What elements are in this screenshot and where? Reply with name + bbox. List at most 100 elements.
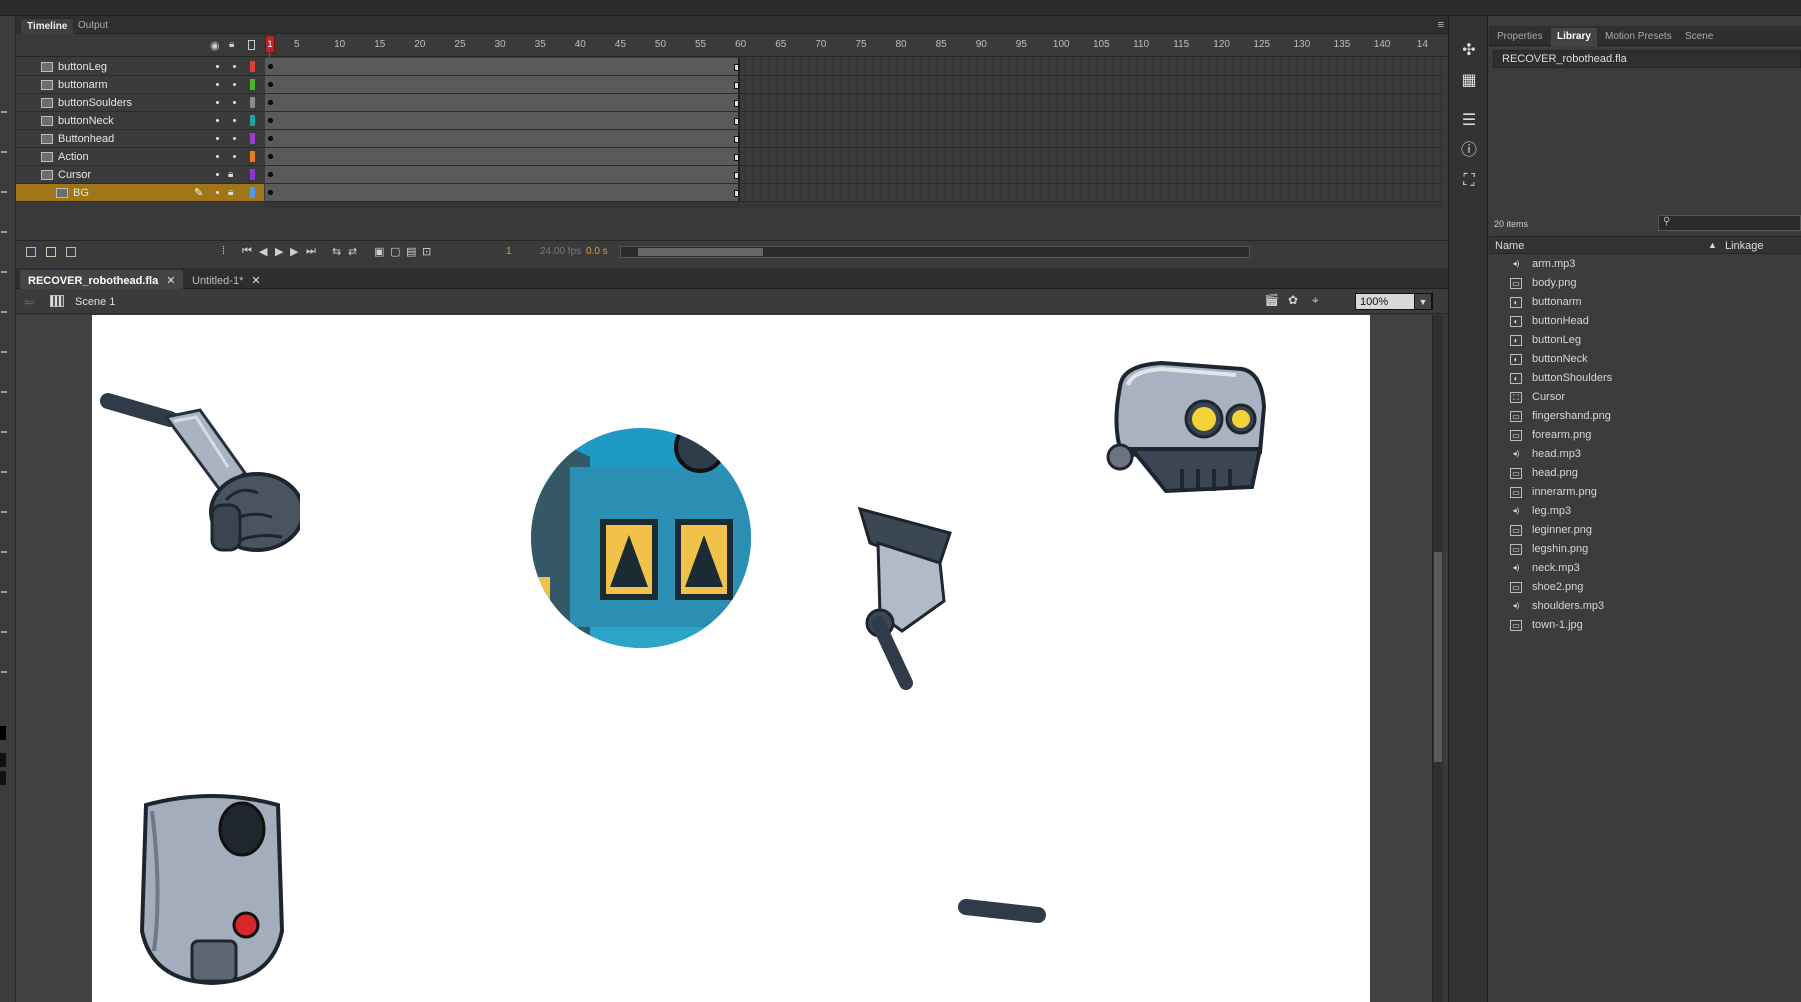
layer-outline-color[interactable] (250, 61, 255, 72)
library-item-name[interactable]: Cursor (1532, 391, 1565, 403)
paint-bucket-tool[interactable] (1, 511, 7, 513)
frame-ruler[interactable]: 5 10 15 20 25 30 35 40 45 50 55 60 65 70 75 80 85 90 95 100… (268, 35, 1442, 57)
end-frame-marker[interactable] (734, 172, 739, 179)
free-transform-tool[interactable] (1, 191, 7, 193)
rectangle-tool[interactable] (1, 391, 7, 393)
end-frame-marker[interactable] (734, 82, 739, 89)
keyframe[interactable] (268, 136, 273, 141)
play-icon[interactable]: ▶ (275, 245, 283, 258)
align-icon[interactable]: ☰ (1460, 112, 1478, 130)
end-frame-marker[interactable] (734, 64, 739, 71)
line-tool[interactable] (1, 351, 7, 353)
lock-toggle[interactable] (233, 65, 236, 68)
layer-row[interactable]: Cursor 🔒︎ (16, 166, 264, 184)
visibility-toggle[interactable] (216, 83, 219, 86)
tab-output[interactable]: Output (72, 18, 114, 34)
keyframe[interactable] (268, 172, 273, 177)
layer-row[interactable]: buttonarm (16, 76, 264, 94)
text-tool[interactable] (1, 311, 7, 313)
center-frame-icon[interactable]: ⇄ (348, 245, 357, 258)
info-icon[interactable]: ⓘ (1460, 142, 1478, 160)
end-frame-marker[interactable] (734, 154, 739, 161)
sort-arrow-icon[interactable]: ▲ (1708, 240, 1717, 250)
library-item-name[interactable]: buttonNeck (1532, 353, 1588, 365)
lock-icon[interactable]: 🔒︎ (228, 187, 233, 198)
library-item[interactable]: ▭ body.png (1489, 274, 1801, 293)
go-to-last-frame-icon[interactable]: ⏭ (306, 245, 316, 258)
frame-rate[interactable]: 24.00 fps (540, 246, 581, 257)
lock-icon[interactable]: 🔒︎ (228, 169, 233, 180)
layer-outline-color[interactable] (250, 97, 255, 108)
library-item-name[interactable]: shoe2.png (1532, 581, 1583, 593)
pen-tool[interactable] (1, 271, 7, 273)
lasso-tool[interactable] (1, 231, 7, 233)
layer-outline-color[interactable] (250, 151, 255, 162)
lock-toggle[interactable] (233, 119, 236, 122)
eyedropper-tool[interactable] (1, 551, 7, 553)
keyframe[interactable] (268, 154, 273, 159)
frame-row[interactable] (265, 130, 1442, 148)
delete-layer-icon[interactable] (66, 247, 76, 257)
keyframe[interactable] (268, 118, 273, 123)
visibility-toggle[interactable] (216, 155, 219, 158)
panel-menu-icon[interactable]: ≡ (1438, 19, 1444, 31)
edit-scene-icon[interactable]: 🎬︎ (1264, 293, 1279, 307)
library-item-name[interactable]: buttonHead (1532, 315, 1589, 327)
column-name[interactable]: Name (1495, 240, 1524, 252)
layer-row[interactable]: buttonSoulders (16, 94, 264, 112)
library-item-name[interactable]: forearm.png (1532, 429, 1591, 441)
outline-all-icon[interactable] (248, 40, 255, 50)
onion-skin-icon[interactable]: ▣ (374, 245, 384, 258)
robot-forearm-graphic[interactable] (840, 503, 960, 703)
tab-timeline[interactable]: Timeline (20, 18, 75, 34)
eraser-tool[interactable] (1, 591, 7, 593)
lock-toggle[interactable] (233, 155, 236, 158)
visibility-toggle[interactable] (216, 137, 219, 140)
frame-grid[interactable] (265, 58, 1442, 208)
library-item[interactable]: ◂) neck.mp3 (1489, 559, 1801, 578)
stage[interactable] (92, 315, 1370, 1002)
library-item-name[interactable]: leginner.png (1532, 524, 1592, 536)
library-item[interactable]: ⛶ Cursor (1489, 388, 1801, 407)
library-item[interactable]: ◐ buttonHead (1489, 312, 1801, 331)
current-frame[interactable]: 1 (506, 246, 512, 257)
lock-toggle[interactable] (233, 101, 236, 104)
library-item[interactable]: ▭ legshin.png (1489, 540, 1801, 559)
keyframe[interactable] (268, 64, 273, 69)
tab-recover-robothead[interactable]: RECOVER_robothead.fla ✕ (20, 270, 184, 289)
library-item[interactable]: ◐ buttonShoulders (1489, 369, 1801, 388)
close-icon[interactable]: ✕ (251, 275, 260, 287)
library-item-name[interactable]: buttonarm (1532, 296, 1582, 308)
layer-name[interactable]: buttonarm (58, 79, 108, 91)
pencil-tool[interactable] (1, 431, 7, 433)
library-item[interactable]: ▭ forearm.png (1489, 426, 1801, 445)
keyframe[interactable] (268, 190, 273, 195)
end-frame-marker[interactable] (734, 118, 739, 125)
hand-tool[interactable] (1, 631, 7, 633)
layer-name[interactable]: buttonNeck (58, 115, 114, 127)
library-item[interactable]: ▭ innerarm.png (1489, 483, 1801, 502)
robot-body-graphic[interactable] (132, 791, 292, 991)
frame-row[interactable] (265, 76, 1442, 94)
library-item-name[interactable]: leg.mp3 (1532, 505, 1571, 517)
scene-name[interactable]: Scene 1 (75, 296, 115, 308)
library-item[interactable]: ▭ fingershand.png (1489, 407, 1801, 426)
frame-span[interactable] (265, 148, 740, 165)
library-item[interactable]: ◐ buttonarm (1489, 293, 1801, 312)
library-item[interactable]: ◂) arm.mp3 (1489, 255, 1801, 274)
layer-outline-color[interactable] (250, 169, 255, 180)
chevron-down-icon[interactable]: ▼ (1414, 293, 1432, 310)
robot-head-graphic[interactable] (1102, 357, 1272, 507)
frame-span[interactable] (265, 112, 740, 129)
show-hide-all-icon[interactable]: ◉ (210, 39, 220, 52)
visibility-toggle[interactable] (216, 173, 219, 176)
tab-scene[interactable]: Scene (1679, 28, 1719, 46)
library-item-name[interactable]: head.png (1532, 467, 1578, 479)
layer-outline-color[interactable] (250, 133, 255, 144)
library-item[interactable]: ◂) head.mp3 (1489, 445, 1801, 464)
layer-name[interactable]: Action (58, 151, 89, 163)
end-frame-marker[interactable] (734, 190, 739, 197)
frame-row[interactable] (265, 166, 1442, 184)
library-item-name[interactable]: head.mp3 (1532, 448, 1581, 460)
modify-markers-icon[interactable]: ⊡ (422, 245, 431, 258)
